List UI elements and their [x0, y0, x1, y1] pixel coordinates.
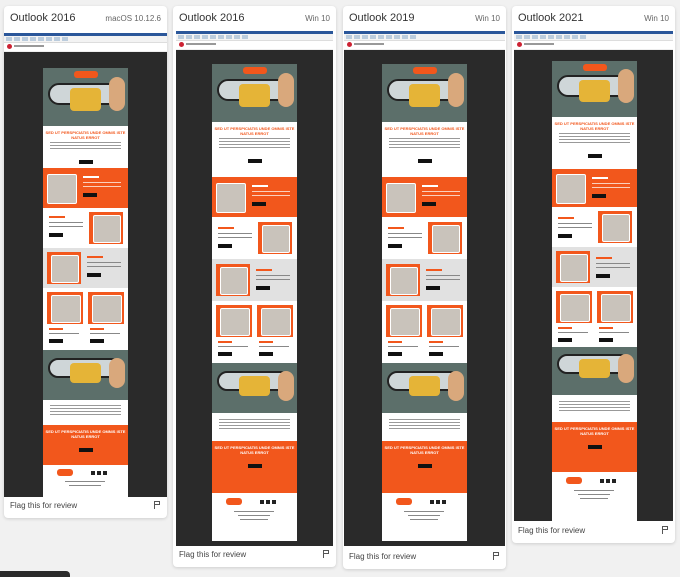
client-name: Outlook 2021 [518, 12, 584, 24]
hero-image [212, 363, 297, 413]
email-body: SED UT PERSPICIATIS UNDE OMNIS ISTE NATU… [212, 64, 297, 541]
card-footer: Flag this for review [4, 494, 167, 518]
flag-for-review-link[interactable]: Flag this for review [518, 526, 585, 535]
cta-button [417, 159, 432, 163]
flag-icon[interactable] [493, 552, 500, 560]
email-body: SED UT PERSPICIATIS UNDE OMNIS ISTE NATU… [552, 61, 637, 521]
cta-button [247, 159, 262, 163]
os-version: macOS 10.12.6 [105, 14, 161, 23]
flag-for-review-link[interactable]: Flag this for review [179, 550, 246, 559]
email-headline: SED UT PERSPICIATIS UNDE OMNIS ISTE NATU… [45, 130, 126, 140]
brand-logo [57, 469, 73, 476]
preview-card: Outlook 2016 macOS 10.12.6 SED UT PERSPI… [4, 6, 167, 518]
brand-logo [226, 498, 242, 505]
client-name: Outlook 2019 [349, 12, 415, 24]
brand-logo [582, 64, 607, 71]
preview-card: Outlook 2019 Win 10 SED UT PERSPICIATIS … [343, 6, 506, 569]
hero-image [552, 347, 637, 395]
card-footer: Flag this for review [512, 519, 675, 543]
flag-icon[interactable] [662, 526, 669, 534]
outlook-window-chrome [4, 33, 167, 52]
hero-image [382, 363, 467, 413]
email-body: SED UT PERSPICIATIS UNDE OMNIS ISTE NATU… [382, 64, 467, 541]
footer-headline: SED UT PERSPICIATIS UNDE OMNIS ISTE NATU… [214, 445, 295, 455]
email-screenshot[interactable]: SED UT PERSPICIATIS UNDE OMNIS ISTE NATU… [344, 31, 505, 546]
email-headline: SED UT PERSPICIATIS UNDE OMNIS ISTE NATU… [554, 121, 635, 131]
outlook-window-chrome [176, 31, 333, 50]
footer-headline: SED UT PERSPICIATIS UNDE OMNIS ISTE NATU… [554, 426, 635, 436]
card-header: Outlook 2021 Win 10 [512, 6, 675, 30]
flag-for-review-link[interactable]: Flag this for review [349, 552, 416, 561]
brand-logo [73, 71, 98, 78]
hero-image [552, 61, 637, 117]
outlook-window-chrome [344, 31, 505, 50]
brand-logo [412, 67, 437, 74]
outlook-window-chrome [514, 31, 673, 50]
email-headline: SED UT PERSPICIATIS UNDE OMNIS ISTE NATU… [214, 126, 295, 136]
card-header: Outlook 2016 Win 10 [173, 6, 336, 30]
client-name: Outlook 2016 [179, 12, 245, 24]
brand-logo [242, 67, 267, 74]
email-body: SED UT PERSPICIATIS UNDE OMNIS ISTE NATU… [43, 68, 128, 497]
cta-button [587, 154, 602, 158]
card-header: Outlook 2019 Win 10 [343, 6, 506, 30]
card-header: Outlook 2016 macOS 10.12.6 [4, 6, 167, 30]
flag-icon[interactable] [154, 501, 161, 509]
os-version: Win 10 [475, 14, 500, 23]
flag-icon[interactable] [323, 550, 330, 558]
email-headline: SED UT PERSPICIATIS UNDE OMNIS ISTE NATU… [384, 126, 465, 136]
hero-image [382, 64, 467, 122]
brand-logo [566, 477, 582, 484]
client-name: Outlook 2016 [10, 12, 76, 24]
status-bar [0, 571, 70, 577]
email-screenshot[interactable]: SED UT PERSPICIATIS UNDE OMNIS ISTE NATU… [514, 31, 673, 521]
card-footer: Flag this for review [343, 545, 506, 569]
hero-image [43, 68, 128, 126]
hero-image [212, 64, 297, 122]
footer-headline: SED UT PERSPICIATIS UNDE OMNIS ISTE NATU… [384, 445, 465, 455]
footer-headline: SED UT PERSPICIATIS UNDE OMNIS ISTE NATU… [45, 429, 126, 439]
preview-card: Outlook 2021 Win 10 SED UT PERSPICIATIS … [512, 6, 675, 543]
preview-card: Outlook 2016 Win 10 SED UT PERSPICIATIS … [173, 6, 336, 567]
email-screenshot[interactable]: SED UT PERSPICIATIS UNDE OMNIS ISTE NATU… [4, 33, 167, 497]
flag-for-review-link[interactable]: Flag this for review [10, 501, 77, 510]
cta-button [78, 160, 93, 164]
card-footer: Flag this for review [173, 543, 336, 567]
hero-image [43, 350, 128, 400]
email-screenshot[interactable]: SED UT PERSPICIATIS UNDE OMNIS ISTE NATU… [176, 31, 333, 546]
os-version: Win 10 [644, 14, 669, 23]
os-version: Win 10 [305, 14, 330, 23]
brand-logo [396, 498, 412, 505]
